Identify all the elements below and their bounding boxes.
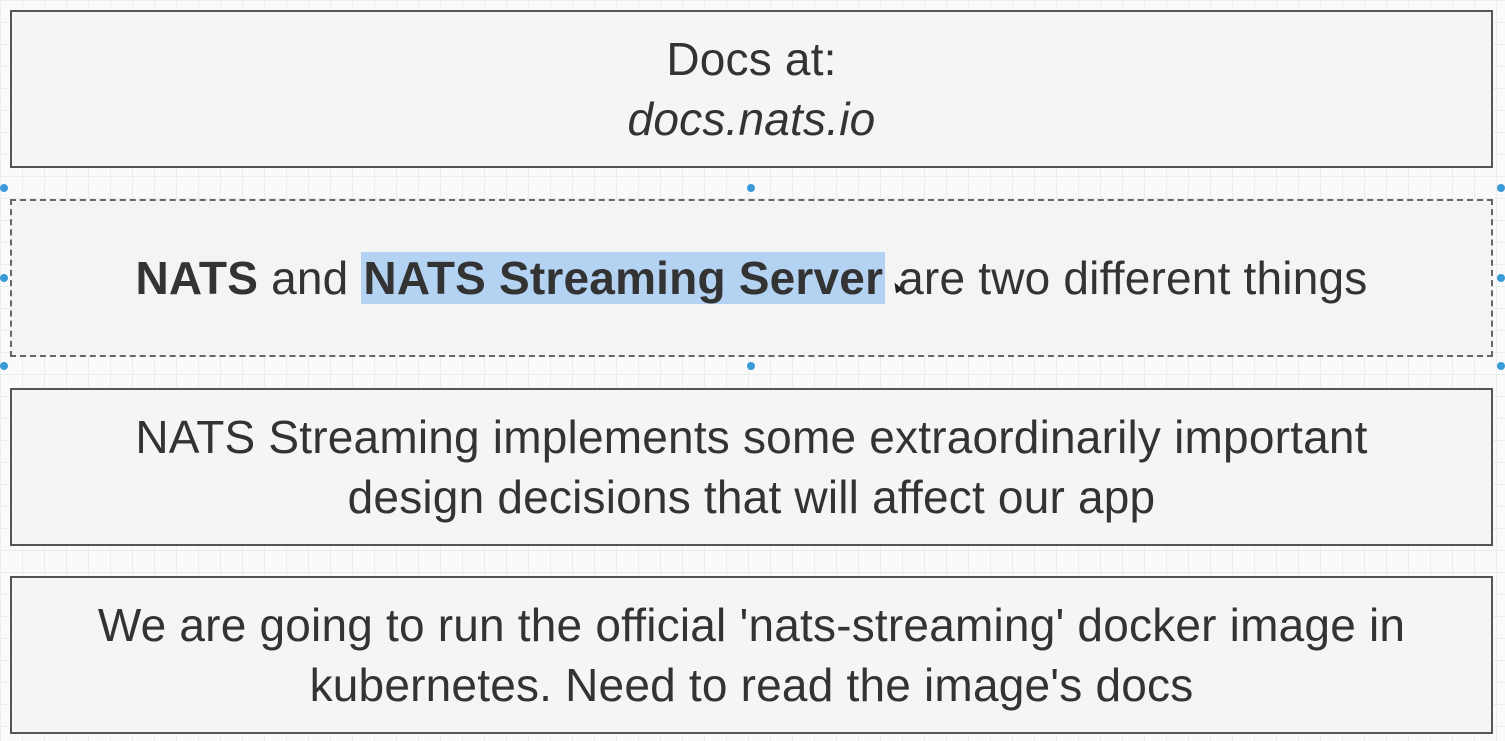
design-line-1: NATS Streaming implements some extraordi… — [135, 411, 1368, 463]
docker-image-box[interactable]: We are going to run the official 'nats-s… — [10, 576, 1493, 734]
resize-handle-top-right[interactable] — [1497, 184, 1505, 192]
docs-url: docs.nats.io — [627, 93, 876, 145]
nats-difference-text[interactable]: NATS and NATS Streaming Server are two d… — [136, 248, 1368, 308]
docker-line-1: We are going to run the official 'nats-s… — [97, 599, 1406, 651]
resize-handle-top-left[interactable] — [0, 184, 8, 192]
resize-handle-bottom-right[interactable] — [1497, 362, 1505, 370]
connector-text: and — [258, 252, 362, 304]
design-line-2: design decisions that will affect our ap… — [347, 471, 1156, 523]
docs-label: Docs at: — [666, 33, 837, 85]
design-decisions-box[interactable]: NATS Streaming implements some extraordi… — [10, 388, 1493, 546]
resize-handle-middle-right[interactable] — [1497, 274, 1505, 282]
highlighted-selection: NATS Streaming Server — [361, 252, 886, 304]
nats-term: NATS — [135, 252, 259, 304]
docs-box[interactable]: Docs at: docs.nats.io — [10, 10, 1493, 168]
difference-suffix: are two different things — [885, 252, 1368, 304]
nats-difference-box[interactable]: NATS and NATS Streaming Server are two d… — [10, 199, 1493, 357]
resize-handle-bottom-left[interactable] — [0, 362, 8, 370]
docker-line-2: kubernetes. Need to read the image's doc… — [309, 659, 1194, 711]
resize-handle-middle-left[interactable] — [0, 274, 8, 282]
resize-handle-top-center[interactable] — [747, 184, 755, 192]
resize-handle-bottom-center[interactable] — [747, 362, 755, 370]
